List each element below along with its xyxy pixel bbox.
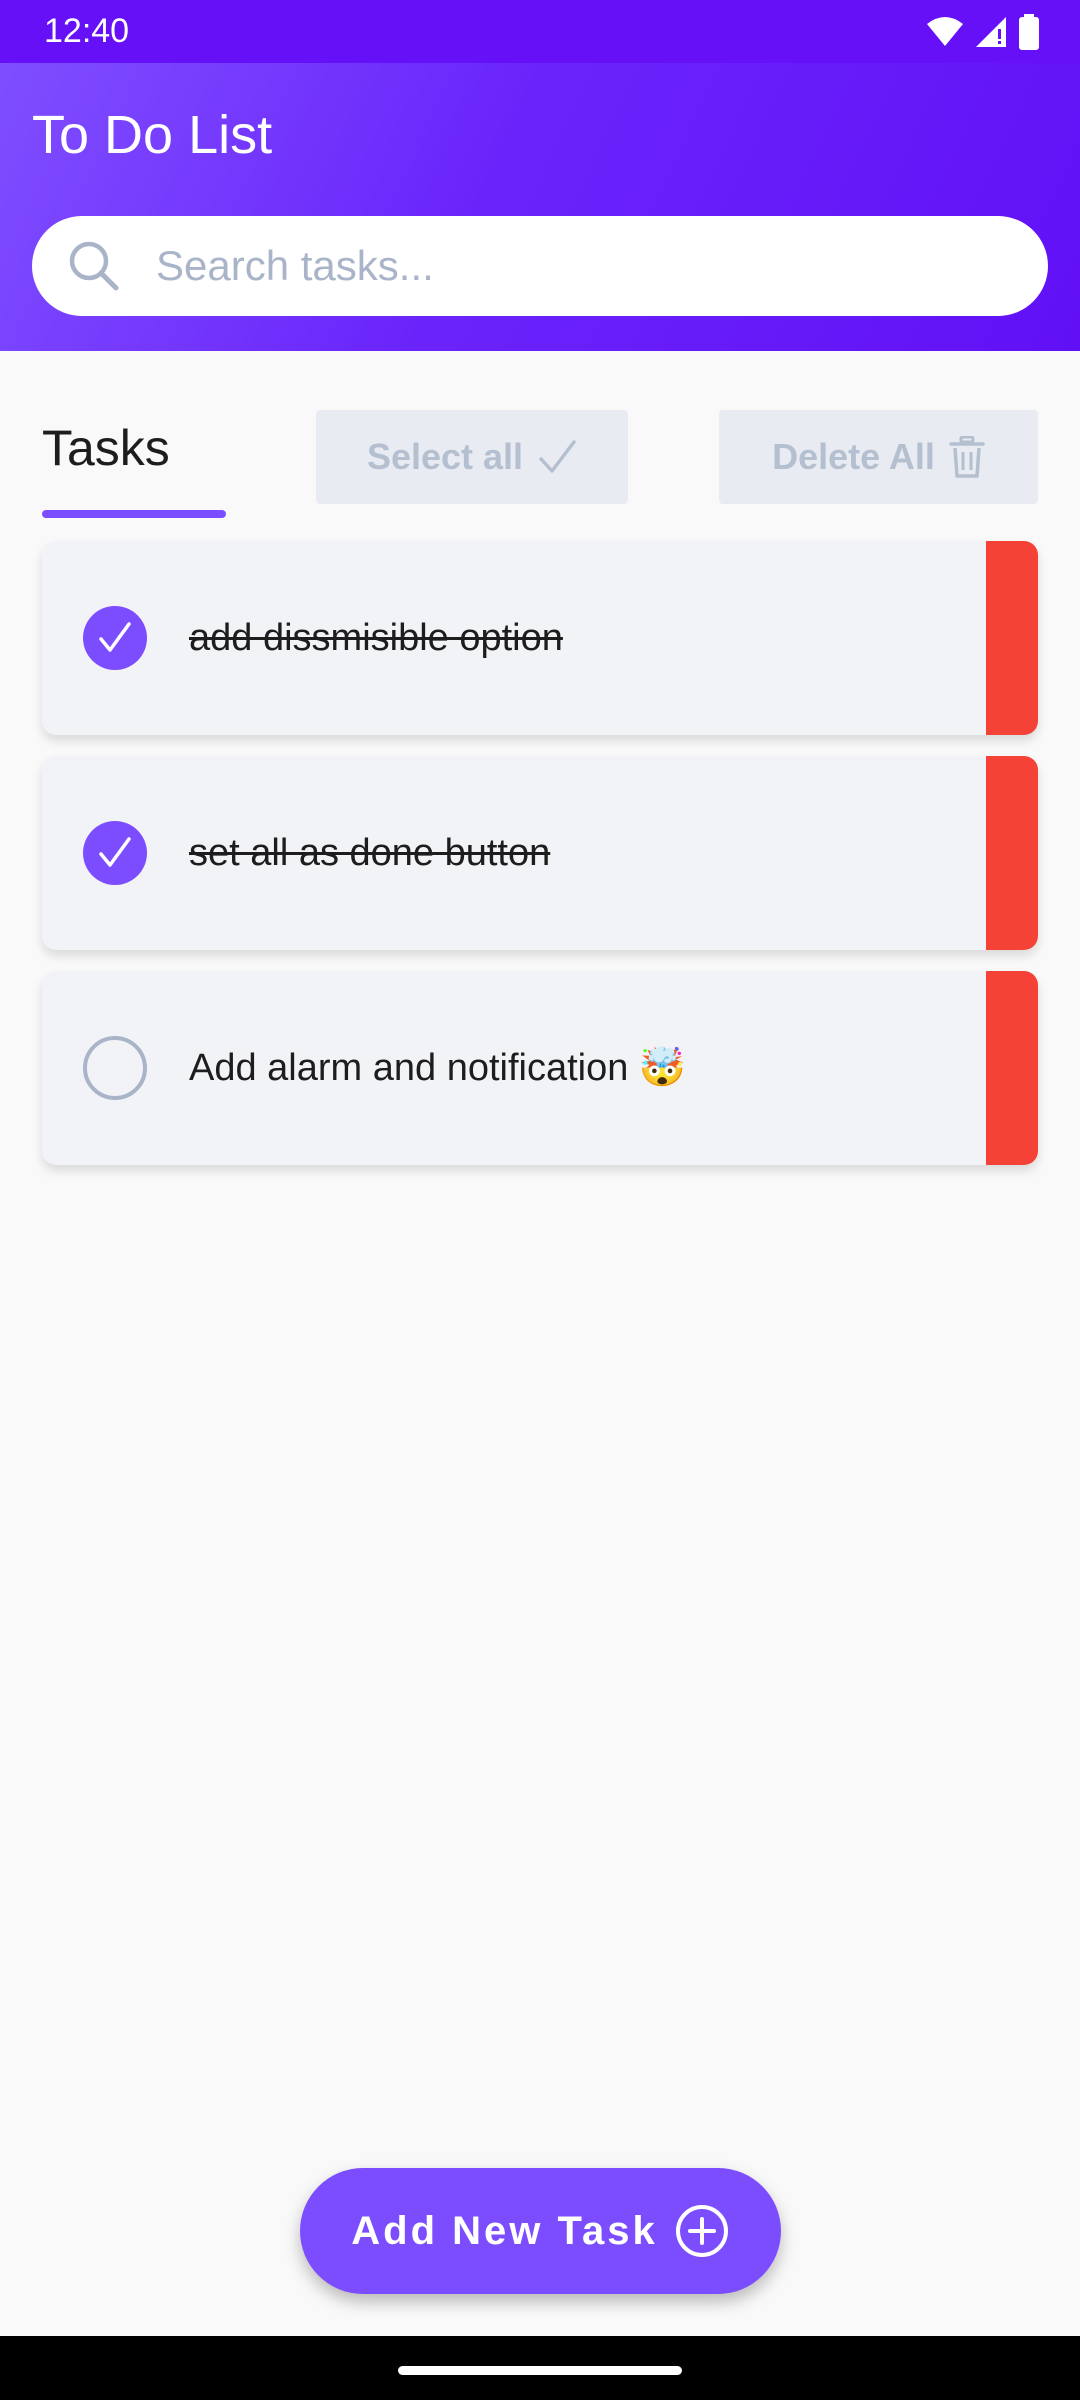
task-text: Add alarm and notification 🤯 [189,1047,687,1089]
status-icons [926,12,1040,52]
task-checkbox-checked[interactable] [83,606,147,670]
add-new-task-label: Add New Task [351,2208,658,2253]
select-all-button[interactable]: Select all [316,410,628,504]
cell-signal-icon [976,17,1006,47]
search-bar[interactable] [32,216,1048,316]
delete-swipe-indicator [986,756,1038,950]
status-bar: 12:40 [0,0,1080,63]
task-item[interactable]: set all as done button [42,756,1038,950]
task-list: add dissmisible option set all as done b… [42,541,1038,1186]
app-header: To Do List [0,63,1080,351]
checkmark-icon [539,440,576,473]
delete-swipe-indicator [986,971,1038,1165]
app-title: To Do List [32,105,273,165]
battery-icon [1019,14,1039,50]
delete-swipe-indicator [986,541,1038,735]
task-checkbox-unchecked[interactable] [83,1036,147,1100]
wifi-icon [927,17,963,46]
task-checkbox-checked[interactable] [83,821,147,885]
task-item[interactable]: Add alarm and notification 🤯 [42,971,1038,1165]
checkmark-icon [99,622,131,652]
checkmark-icon [99,837,131,867]
active-tab-indicator [42,510,226,518]
add-new-task-button[interactable]: Add New Task [300,2168,781,2294]
task-text: set all as done button [189,832,551,874]
search-icon [69,241,119,291]
tab-row: Tasks Select all Delete All [0,400,1080,518]
status-time: 12:40 [44,12,130,50]
delete-all-button[interactable]: Delete All [719,410,1038,504]
task-text: add dissmisible option [189,617,563,659]
home-gesture-handle[interactable] [398,2366,682,2375]
task-item[interactable]: add dissmisible option [42,541,1038,735]
tab-label: Tasks [42,420,170,476]
trash-icon [949,436,985,478]
select-all-label: Select all [366,436,524,477]
tab-tasks[interactable]: Tasks [42,418,226,518]
system-nav-bar [0,2336,1080,2400]
plus-circle-icon [675,2205,728,2257]
delete-all-label: Delete All [772,436,935,477]
search-input[interactable] [156,236,1016,296]
